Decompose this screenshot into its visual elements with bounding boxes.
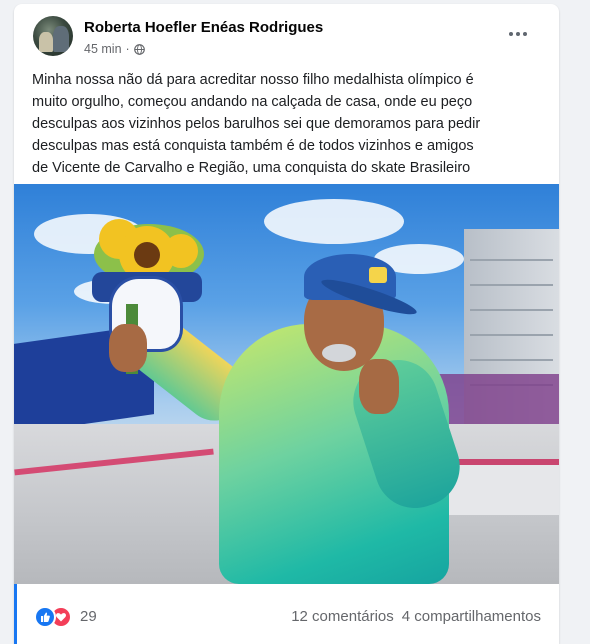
- comments-count-link[interactable]: 12 comentários: [291, 608, 394, 625]
- post-text-line: desculpas mas está conquista também é de…: [32, 138, 474, 154]
- post-photo[interactable]: [14, 184, 559, 584]
- post-text-line: muito orgulho, começou andando na calçad…: [32, 94, 473, 110]
- shares-count-link[interactable]: 4 compartilhamentos: [402, 608, 541, 625]
- post-text-line: Minha nossa não dá para acreditar nosso …: [32, 72, 474, 88]
- post-author[interactable]: Roberta Hoefler Enéas Rodrigues: [84, 19, 323, 36]
- meta-separator: ·: [125, 42, 130, 56]
- post-text: Minha nossa não dá para acreditar nosso …: [32, 69, 547, 179]
- post-timestamp[interactable]: 45 min: [84, 42, 122, 56]
- reaction-count[interactable]: 29: [80, 608, 97, 625]
- more-options-icon[interactable]: [504, 20, 532, 48]
- avatar[interactable]: [33, 16, 73, 56]
- post-text-line: de Vicente de Carvalho e Região, uma con…: [32, 160, 471, 176]
- post-footer: 29 12 comentários 4 compartilhamentos: [14, 588, 559, 644]
- globe-icon[interactable]: [133, 43, 145, 55]
- post-card: Roberta Hoefler Enéas Rodrigues 45 min ·…: [14, 4, 559, 644]
- post-meta: 45 min ·: [84, 42, 145, 56]
- post-stats: 12 comentários 4 compartilhamentos: [291, 608, 541, 625]
- like-icon[interactable]: [34, 606, 56, 628]
- post-text-line: desculpas aos vizinhos pelos barulhos se…: [32, 116, 481, 132]
